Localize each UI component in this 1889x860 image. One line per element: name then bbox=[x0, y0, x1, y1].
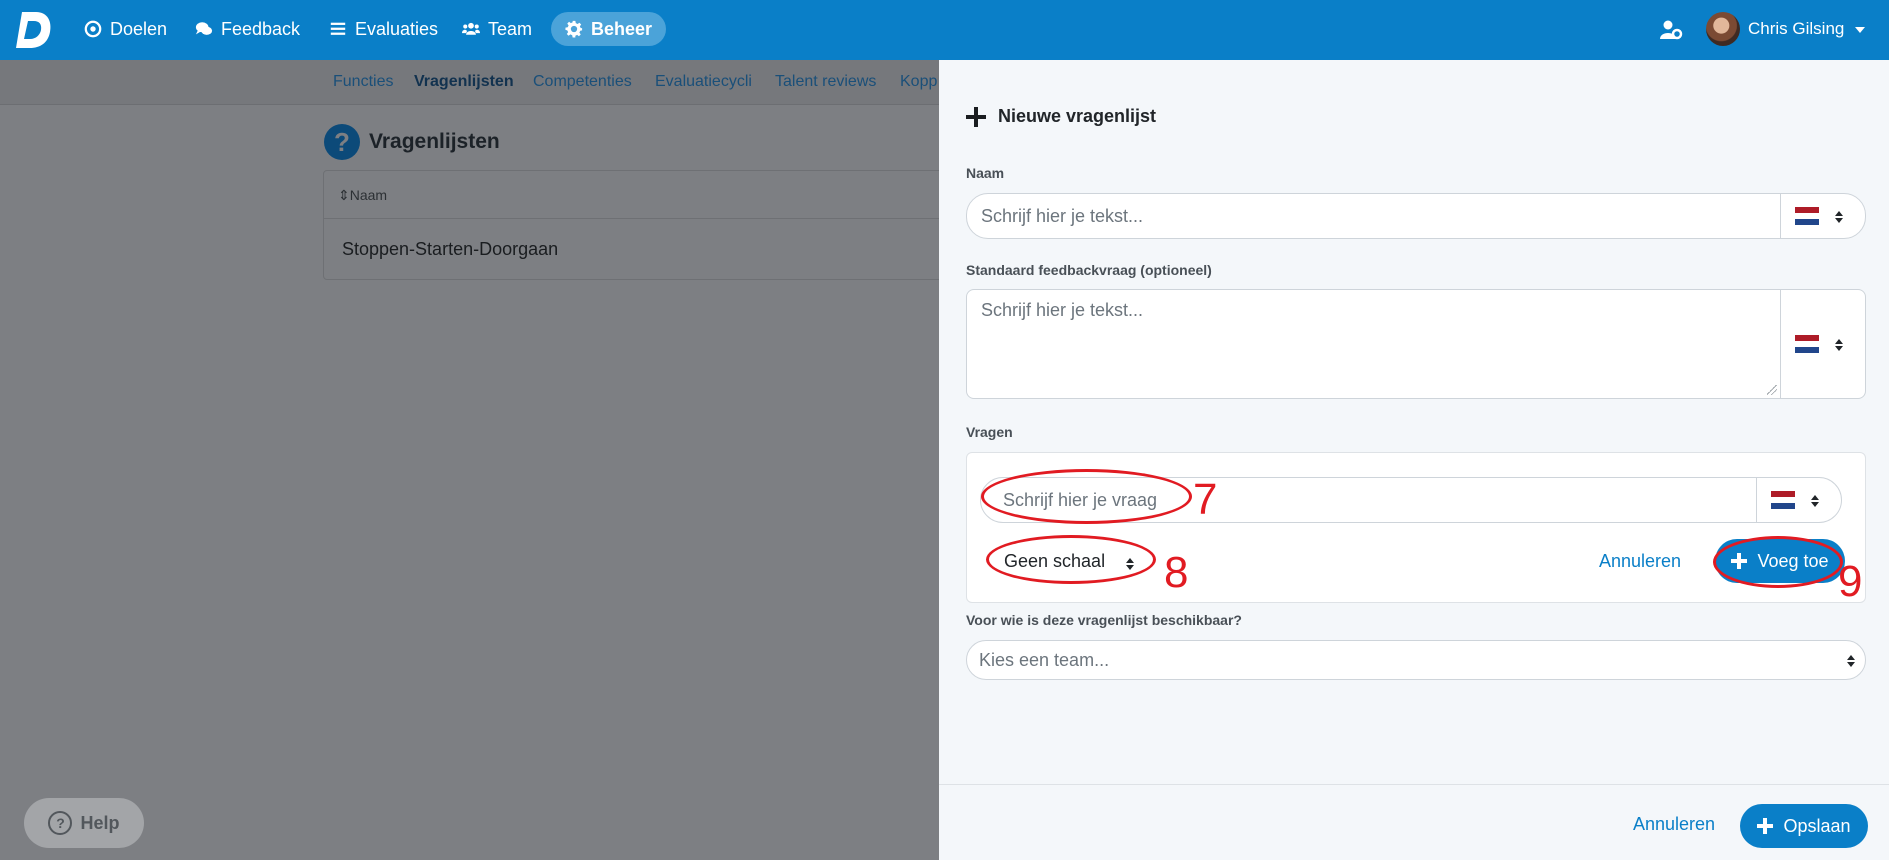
plus-icon bbox=[966, 106, 986, 127]
dutch-flag-icon bbox=[1771, 491, 1795, 509]
subnav-functies[interactable]: Functies bbox=[333, 73, 393, 91]
annotation-number-9: 9 bbox=[1838, 557, 1863, 606]
feedback-label: Standaard feedbackvraag (optioneel) bbox=[966, 262, 1212, 278]
divider bbox=[324, 218, 942, 219]
team-select-placeholder: Kies een team... bbox=[979, 650, 1110, 670]
feedback-textarea[interactable]: Schrijf hier je tekst... bbox=[981, 300, 1143, 321]
user-settings-icon[interactable] bbox=[1659, 18, 1683, 42]
table-header-label: Naam bbox=[349, 187, 388, 203]
annotation-number-7: 7 bbox=[1193, 475, 1218, 524]
users-icon bbox=[462, 22, 480, 35]
subnav-competenties[interactable]: Competenties bbox=[533, 73, 632, 91]
subnav-koppelingen[interactable]: Kopp bbox=[900, 73, 937, 91]
table-header-naam[interactable]: ⇕Naam bbox=[338, 187, 387, 204]
cancel-button[interactable]: Annuleren bbox=[1633, 814, 1715, 835]
chevron-down-icon[interactable] bbox=[1855, 27, 1865, 33]
plus-icon bbox=[1757, 818, 1774, 834]
name-label: Naam bbox=[966, 165, 1005, 181]
target-icon bbox=[84, 20, 102, 38]
user-name[interactable]: Chris Gilsing bbox=[1748, 19, 1844, 39]
annotation-number-8: 8 bbox=[1164, 548, 1189, 597]
select-caret-icon bbox=[1835, 339, 1843, 351]
resize-handle[interactable] bbox=[1767, 385, 1777, 395]
name-input-group: Schrijf hier je tekst... bbox=[966, 193, 1866, 239]
nav-doelen[interactable]: Doelen bbox=[70, 12, 181, 46]
panel-footer-divider bbox=[939, 784, 1889, 785]
feedback-textarea-group: Schrijf hier je tekst... bbox=[966, 289, 1866, 399]
select-caret-icon bbox=[1811, 495, 1819, 507]
nav-beheer-label: Beheer bbox=[591, 18, 653, 39]
select-caret-icon bbox=[1847, 655, 1855, 667]
chat-icon bbox=[195, 22, 213, 35]
annotation-ellipse-question bbox=[981, 469, 1192, 524]
nav-evaluaties[interactable]: Evaluaties bbox=[315, 12, 452, 46]
annotation-ellipse-scale bbox=[986, 535, 1156, 584]
nav-doelen-label: Doelen bbox=[110, 18, 168, 39]
panel-title: Nieuwe vragenlijst bbox=[966, 106, 1156, 127]
nav-team[interactable]: Team bbox=[448, 12, 546, 46]
gear-icon bbox=[565, 20, 583, 38]
questions-label: Vragen bbox=[966, 424, 1013, 440]
list-icon bbox=[330, 22, 346, 35]
subnav-evaluatiecycli[interactable]: Evaluatiecycli bbox=[655, 73, 752, 91]
dutch-flag-icon bbox=[1795, 207, 1819, 225]
save-label: Opslaan bbox=[1783, 815, 1851, 836]
top-navbar: Doelen Feedback Evaluaties Team Beheer C… bbox=[0, 0, 1889, 60]
name-input[interactable]: Schrijf hier je tekst... bbox=[981, 206, 1143, 227]
nav-feedback-label: Feedback bbox=[221, 18, 301, 39]
annotation-ellipse-add bbox=[1713, 536, 1843, 588]
new-questionnaire-panel: Nieuwe vragenlijst Naam Schrijf hier je … bbox=[939, 60, 1889, 860]
nav-evaluaties-label: Evaluaties bbox=[355, 18, 439, 39]
save-button[interactable]: Opslaan bbox=[1740, 804, 1868, 848]
subnav-talent-reviews[interactable]: Talent reviews bbox=[775, 73, 876, 91]
dutch-flag-icon bbox=[1795, 335, 1819, 353]
name-language-select[interactable] bbox=[1780, 194, 1865, 238]
subnav-vragenlijsten[interactable]: Vragenlijsten bbox=[414, 73, 514, 91]
question-language-select[interactable] bbox=[1756, 478, 1841, 522]
help-button[interactable]: ? Help bbox=[24, 798, 144, 848]
questionnaires-table: ⇕Naam Stoppen-Starten-Doorgaan bbox=[323, 170, 943, 280]
page-title: Vragenlijsten bbox=[369, 130, 500, 153]
avatar[interactable] bbox=[1706, 12, 1740, 46]
panel-title-label: Nieuwe vragenlijst bbox=[998, 106, 1157, 126]
question-icon: ? bbox=[48, 811, 73, 835]
feedback-language-select[interactable] bbox=[1780, 290, 1865, 398]
sort-icon: ⇕ bbox=[338, 187, 350, 203]
question-circle-icon: ? bbox=[324, 124, 360, 160]
app-logo[interactable] bbox=[16, 10, 54, 50]
nav-feedback[interactable]: Feedback bbox=[181, 12, 314, 46]
help-label: Help bbox=[80, 812, 120, 833]
select-caret-icon bbox=[1835, 211, 1843, 223]
table-row[interactable]: Stoppen-Starten-Doorgaan bbox=[342, 239, 558, 260]
nav-team-label: Team bbox=[488, 18, 533, 39]
availability-label: Voor wie is deze vragenlijst beschikbaar… bbox=[966, 612, 1242, 628]
nav-beheer[interactable]: Beheer bbox=[551, 12, 667, 46]
team-select[interactable]: Kies een team... bbox=[966, 640, 1866, 680]
cancel-question-button[interactable]: Annuleren bbox=[1599, 551, 1681, 572]
